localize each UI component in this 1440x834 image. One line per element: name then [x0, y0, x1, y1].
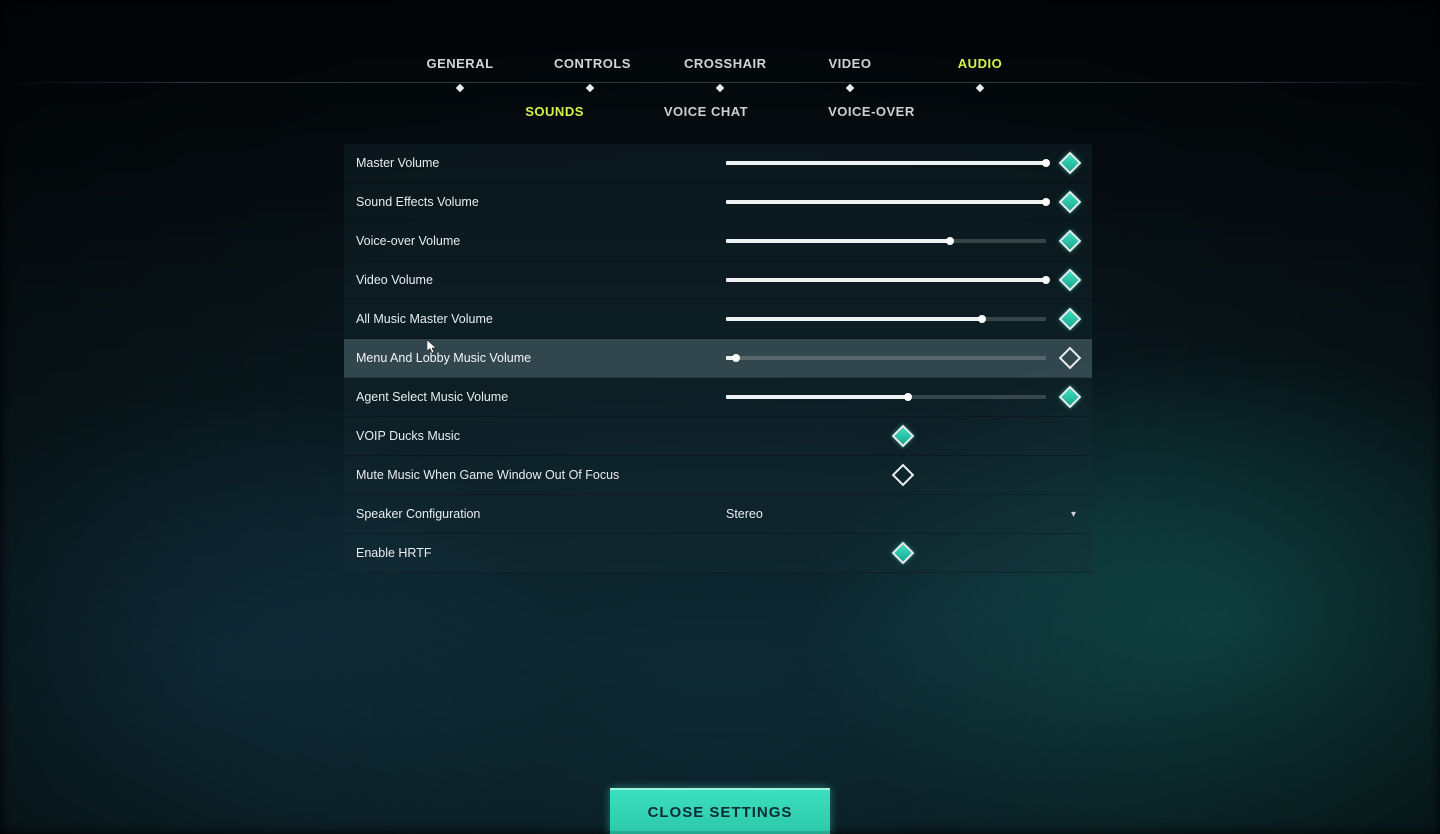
reset-icon[interactable]: [1060, 153, 1080, 173]
diamond-icon: [1059, 347, 1082, 370]
checkbox-mute-music-when-game-window-out-of-focus[interactable]: [892, 464, 915, 487]
close-settings-button[interactable]: CLOSE SETTINGS: [610, 788, 830, 834]
subtab-voice-over[interactable]: VOICE-OVER: [828, 104, 915, 119]
setting-control: [726, 192, 1080, 212]
setting-label: Menu And Lobby Music Volume: [356, 351, 726, 365]
setting-label: Speaker Configuration: [356, 507, 726, 521]
setting-control: [726, 348, 1080, 368]
setting-row-menu-and-lobby-music-volume: Menu And Lobby Music Volume: [344, 339, 1092, 378]
volume-slider[interactable]: [726, 356, 1046, 360]
reset-icon[interactable]: [1060, 270, 1080, 290]
slider-thumb[interactable]: [1042, 198, 1050, 206]
setting-label: VOIP Ducks Music: [356, 429, 726, 443]
reset-icon[interactable]: [1060, 348, 1080, 368]
setting-control: [726, 231, 1080, 251]
diamond-icon: [1059, 386, 1082, 409]
tab-controls[interactable]: CONTROLS: [550, 50, 630, 77]
diamond-icon: [1059, 191, 1082, 214]
checkbox-voip-ducks-music[interactable]: [892, 425, 915, 448]
diamond-icon: [1059, 269, 1082, 292]
setting-row-voip-ducks-music: VOIP Ducks Music: [344, 417, 1092, 456]
setting-label: Enable HRTF: [356, 546, 726, 560]
volume-slider[interactable]: [726, 239, 1046, 243]
close-settings-label: CLOSE SETTINGS: [648, 804, 793, 821]
setting-row-agent-select-music-volume: Agent Select Music Volume: [344, 378, 1092, 417]
chevron-down-icon: ▾: [1071, 509, 1076, 520]
settings-panel: Master Volume Sound Effects Volume Voice-o…: [344, 144, 1092, 573]
setting-row-enable-hrtf: Enable HRTF: [344, 534, 1092, 573]
setting-row-voice-over-volume: Voice-over Volume: [344, 222, 1092, 261]
volume-slider[interactable]: [726, 278, 1046, 282]
volume-slider[interactable]: [726, 200, 1046, 204]
diamond-icon: [1059, 308, 1082, 331]
setting-label: Master Volume: [356, 156, 726, 170]
setting-row-video-volume: Video Volume: [344, 261, 1092, 300]
slider-thumb[interactable]: [1042, 159, 1050, 167]
setting-row-all-music-master-volume: All Music Master Volume: [344, 300, 1092, 339]
dropdown-value: Stereo: [726, 507, 763, 521]
dropdown-speaker-configuration[interactable]: Stereo ▾: [726, 507, 1080, 521]
setting-control: [726, 309, 1080, 329]
setting-control: [726, 270, 1080, 290]
setting-row-speaker-configuration: Speaker ConfigurationStereo ▾: [344, 495, 1092, 534]
tabs-divider: [0, 82, 1440, 83]
volume-slider[interactable]: [726, 161, 1046, 165]
reset-icon[interactable]: [1060, 309, 1080, 329]
setting-control: [726, 545, 1080, 561]
setting-row-master-volume: Master Volume: [344, 144, 1092, 183]
tab-general[interactable]: GENERAL: [420, 50, 500, 77]
checkbox-enable-hrtf[interactable]: [892, 542, 915, 565]
tab-crosshair[interactable]: CROSSHAIR: [680, 50, 760, 77]
slider-thumb[interactable]: [904, 393, 912, 401]
setting-label: Sound Effects Volume: [356, 195, 726, 209]
volume-slider[interactable]: [726, 395, 1046, 399]
setting-control: Stereo ▾: [726, 507, 1080, 521]
reset-icon[interactable]: [1060, 387, 1080, 407]
volume-slider[interactable]: [726, 317, 1046, 321]
slider-thumb[interactable]: [946, 237, 954, 245]
setting-row-sound-effects-volume: Sound Effects Volume: [344, 183, 1092, 222]
tab-audio[interactable]: AUDIO: [940, 50, 1020, 77]
slider-fill: [726, 161, 1046, 165]
sub-tabs: SOUNDS VOICE CHAT VOICE-OVER: [0, 104, 1440, 119]
slider-thumb[interactable]: [978, 315, 986, 323]
slider-thumb[interactable]: [732, 354, 740, 362]
slider-fill: [726, 317, 982, 321]
setting-label: Agent Select Music Volume: [356, 390, 726, 404]
slider-fill: [726, 395, 908, 399]
slider-fill: [726, 239, 950, 243]
diamond-icon: [1059, 152, 1082, 175]
setting-label: Video Volume: [356, 273, 726, 287]
setting-control: [726, 428, 1080, 444]
setting-label: Voice-over Volume: [356, 234, 726, 248]
slider-fill: [726, 200, 1046, 204]
reset-icon[interactable]: [1060, 231, 1080, 251]
tab-video[interactable]: VIDEO: [810, 50, 890, 77]
setting-label: Mute Music When Game Window Out Of Focus: [356, 468, 726, 482]
setting-control: [726, 467, 1080, 483]
slider-fill: [726, 278, 1046, 282]
main-tabs: GENERAL CONTROLS CROSSHAIR VIDEO AUDIO: [0, 50, 1440, 77]
reset-icon[interactable]: [1060, 192, 1080, 212]
diamond-icon: [1059, 230, 1082, 253]
setting-label: All Music Master Volume: [356, 312, 726, 326]
setting-control: [726, 387, 1080, 407]
setting-row-mute-music-when-game-window-out-of-focus: Mute Music When Game Window Out Of Focus: [344, 456, 1092, 495]
setting-control: [726, 153, 1080, 173]
slider-thumb[interactable]: [1042, 276, 1050, 284]
subtab-voice-chat[interactable]: VOICE CHAT: [664, 104, 748, 119]
subtab-sounds[interactable]: SOUNDS: [525, 104, 584, 119]
